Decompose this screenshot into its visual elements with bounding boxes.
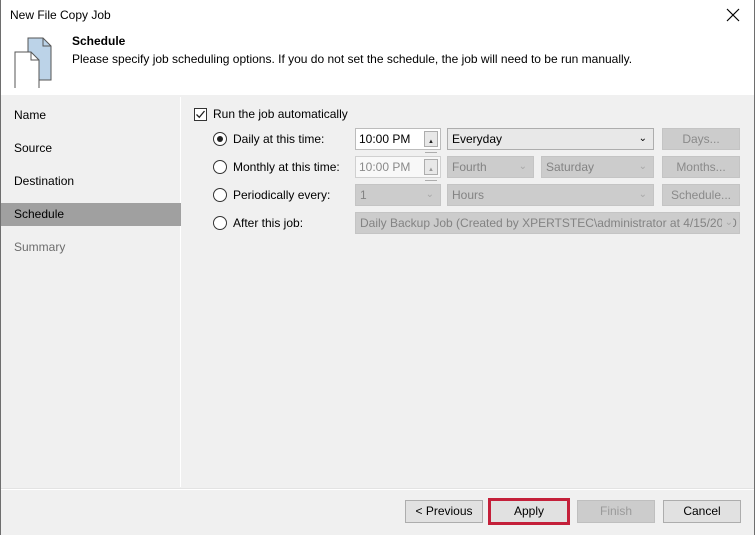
run-automatically-checkbox[interactable] [194, 107, 207, 121]
monthly-label: Monthly at this time: [233, 160, 340, 174]
months-button: Months... [662, 156, 740, 178]
monthly-radio[interactable] [213, 160, 227, 174]
monthly-day-value: Saturday [546, 160, 595, 174]
after-job-option[interactable]: After this job: [213, 216, 303, 230]
monthly-week-select: Fourth ⌄ [447, 156, 534, 178]
after-job-label: After this job: [233, 216, 304, 230]
period-value: 1 [360, 188, 367, 202]
run-automatically-label: Run the job automatically [213, 107, 348, 121]
period-unit-select: Hours ⌄ [447, 184, 654, 206]
daily-time-spinner[interactable]: ▲ ▼ [424, 131, 438, 166]
days-button: Days... [662, 128, 740, 150]
monthly-time-spinner: ▲ ▼ [424, 159, 438, 194]
new-file-copy-job-dialog: New File Copy Job Schedule Please specif… [0, 0, 755, 535]
apply-button[interactable]: Apply [488, 498, 570, 525]
window-title: New File Copy Job [10, 8, 111, 22]
sidebar-item-name[interactable]: Name [1, 104, 181, 127]
periodically-radio[interactable] [213, 188, 227, 202]
sidebar-item-summary: Summary [14, 240, 66, 254]
title-bar: New File Copy Job [1, 0, 754, 30]
periodically-label: Periodically every: [233, 188, 331, 202]
finish-button: Finish [577, 500, 655, 523]
chevron-down-icon: ⌄ [518, 161, 527, 172]
cancel-button[interactable]: Cancel [663, 500, 741, 523]
daily-time-value: 10:00 PM [359, 132, 411, 146]
monthly-day-select: Saturday ⌄ [541, 156, 654, 178]
periodically-option[interactable]: Periodically every: [213, 188, 330, 202]
monthly-time-input: 10:00 PM ▲ ▼ [355, 156, 441, 194]
monthly-option[interactable]: Monthly at this time: [213, 160, 340, 174]
previous-button[interactable]: < Previous [405, 500, 483, 523]
daily-label: Daily at this time: [233, 132, 325, 146]
after-job-value: Daily Backup Job (Created by XPERTSTEC\a… [360, 216, 737, 230]
sidebar-item-destination[interactable]: Destination [1, 170, 181, 193]
wizard-header: Schedule Please specify job scheduling o… [1, 30, 754, 95]
period-unit-value: Hours [452, 188, 485, 202]
step-title: Schedule [72, 34, 126, 48]
spin-up-icon: ▲ [425, 160, 437, 181]
wizard-steps-sidebar: Name Source Destination Schedule Summary [1, 97, 181, 487]
footer-divider [1, 488, 754, 490]
close-button[interactable] [718, 2, 748, 28]
after-job-radio[interactable] [213, 216, 227, 230]
file-copy-icon [14, 37, 52, 88]
daily-frequency-select[interactable]: Everyday ⌄ [447, 128, 654, 150]
monthly-week-value: Fourth [452, 160, 487, 174]
close-icon [726, 8, 740, 22]
daily-option[interactable]: Daily at this time: [213, 132, 324, 146]
run-automatically-checkbox-row[interactable]: Run the job automatically [194, 107, 348, 121]
step-description: Please specify job scheduling options. I… [72, 52, 633, 66]
chevron-down-icon: ⌄ [721, 213, 733, 233]
daily-frequency-value: Everyday [452, 132, 503, 146]
sidebar-item-schedule[interactable]: Schedule [1, 203, 181, 226]
chevron-down-icon: ⌄ [638, 161, 647, 172]
checkmark-icon [196, 110, 206, 118]
spin-up-icon[interactable]: ▲ [425, 132, 437, 153]
schedule-button: Schedule... [662, 184, 740, 206]
monthly-time-value: 10:00 PM [359, 160, 411, 174]
after-job-select: Daily Backup Job (Created by XPERTSTEC\a… [355, 212, 740, 234]
schedule-panel: Run the job automatically Daily at this … [183, 97, 753, 487]
chevron-down-icon: ⌄ [638, 133, 647, 144]
chevron-down-icon: ⌄ [425, 189, 434, 200]
daily-time-input[interactable]: 10:00 PM ▲ ▼ [355, 128, 441, 166]
daily-radio[interactable] [213, 132, 227, 146]
chevron-down-icon: ⌄ [638, 189, 647, 200]
period-value-select: 1 ⌄ [355, 184, 441, 206]
sidebar-item-source[interactable]: Source [1, 137, 181, 160]
